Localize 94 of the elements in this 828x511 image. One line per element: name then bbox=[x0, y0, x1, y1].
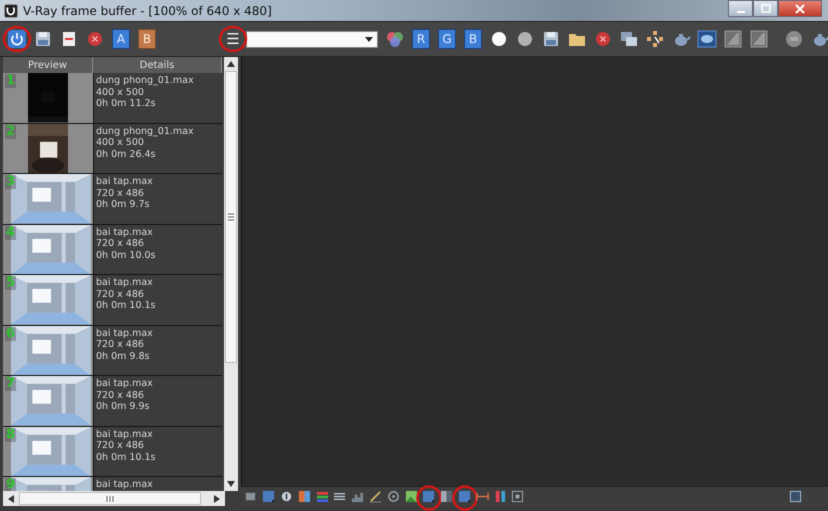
file-name: bai tap.max bbox=[96, 328, 154, 339]
scroll-right-icon[interactable] bbox=[214, 494, 220, 502]
scrollbar-thumb[interactable] bbox=[19, 492, 201, 505]
resolution-text: 720 x 486 bbox=[96, 440, 145, 452]
maximize-button[interactable] bbox=[753, 0, 778, 17]
render-time: 0h 0m 9.8s bbox=[96, 350, 150, 362]
render-time: 0h 0m 9.9s bbox=[96, 401, 150, 412]
render-time: 0h 0m 10.1s bbox=[96, 452, 157, 463]
image-icon[interactable] bbox=[749, 29, 769, 49]
resolution-text: 720 x 486 bbox=[96, 390, 145, 401]
square-icon[interactable] bbox=[262, 490, 276, 503]
resolution-text: 720 x 486 bbox=[96, 238, 145, 250]
render-element-dropdown[interactable] bbox=[246, 30, 378, 48]
render-time: 0h 0m 26.4s bbox=[96, 148, 157, 160]
letter-button[interactable]: R bbox=[412, 29, 430, 49]
column-header[interactable]: Details bbox=[93, 57, 222, 73]
column-header[interactable]: Preview bbox=[3, 57, 93, 73]
annotation-circle bbox=[452, 485, 478, 511]
window-title: V-Ray frame buffer - [100% of 640 x 480] bbox=[23, 4, 272, 18]
fit-window-icon[interactable] bbox=[789, 490, 802, 503]
power-icon[interactable] bbox=[7, 29, 27, 49]
caret-icon bbox=[365, 36, 373, 42]
scroll-left-icon[interactable] bbox=[8, 494, 14, 502]
minimize-icon bbox=[736, 10, 744, 12]
annotation-circle bbox=[218, 24, 248, 54]
round-icon[interactable] bbox=[784, 29, 804, 49]
split-icon[interactable] bbox=[440, 490, 454, 503]
square-icon[interactable] bbox=[458, 490, 471, 503]
row-number: 3 bbox=[5, 175, 16, 189]
row-number: 4 bbox=[5, 226, 16, 240]
frame-icon[interactable] bbox=[511, 490, 524, 503]
arrows-icon[interactable] bbox=[476, 490, 489, 503]
landscape-icon[interactable] bbox=[404, 490, 418, 503]
app-logo-icon bbox=[4, 4, 18, 18]
annotation-circle bbox=[2, 24, 32, 54]
dot-icon[interactable] bbox=[489, 29, 509, 49]
maximize-icon bbox=[760, 4, 770, 14]
file-name: bai tap.max bbox=[96, 378, 154, 390]
dot-icon[interactable] bbox=[515, 29, 535, 49]
row-number: 2 bbox=[5, 124, 16, 138]
row-number: 7 bbox=[5, 377, 16, 391]
gradient-icon[interactable] bbox=[298, 490, 311, 503]
row-number: 1 bbox=[5, 74, 16, 88]
save-icon[interactable] bbox=[33, 29, 53, 49]
file-name: bai tap.max bbox=[96, 176, 154, 188]
resolution-text: 400 x 500 bbox=[96, 86, 145, 98]
scrollbar-thumb[interactable] bbox=[225, 71, 237, 363]
file-name: dung phong_01.max bbox=[96, 126, 195, 137]
stop-icon[interactable] bbox=[593, 29, 613, 49]
close-button[interactable] bbox=[778, 0, 822, 17]
annotation-circle bbox=[416, 485, 442, 511]
lines-icon[interactable] bbox=[333, 490, 346, 503]
scroll-down-icon[interactable] bbox=[227, 481, 235, 487]
stop-icon[interactable] bbox=[85, 29, 105, 49]
info-icon[interactable] bbox=[280, 490, 293, 503]
letter-button[interactable]: A bbox=[112, 29, 130, 49]
diagonal-icon[interactable] bbox=[368, 490, 382, 503]
close-icon bbox=[795, 4, 805, 14]
render-time: 0h 0m 10.0s bbox=[96, 250, 157, 261]
resolution-text: 720 x 486 bbox=[96, 339, 145, 350]
render-time: 0h 0m 10.1s bbox=[96, 300, 157, 312]
color-icon[interactable] bbox=[316, 490, 329, 503]
file-name: bai tap.max bbox=[96, 479, 154, 490]
render-time: 0h 0m 11.2s bbox=[96, 98, 157, 110]
letter-button[interactable]: G bbox=[438, 29, 456, 49]
resolution-text: 720 x 486 bbox=[96, 288, 145, 300]
image-icon[interactable] bbox=[723, 29, 743, 49]
lens-icon[interactable] bbox=[697, 29, 717, 49]
vertical-scrollbar[interactable] bbox=[224, 57, 238, 491]
grip-icon bbox=[106, 496, 114, 502]
target-icon[interactable] bbox=[386, 490, 400, 503]
square-icon[interactable] bbox=[422, 490, 436, 503]
scroll-up-icon[interactable] bbox=[227, 61, 235, 67]
row-number: 5 bbox=[5, 276, 16, 290]
histogram-icon[interactable] bbox=[351, 490, 364, 503]
square-icon[interactable] bbox=[244, 490, 258, 503]
grip-icon bbox=[228, 213, 234, 221]
file-name: bai tap.max bbox=[96, 277, 154, 288]
save-icon[interactable] bbox=[541, 29, 561, 49]
resolution-text: 400 x 500 bbox=[96, 137, 145, 148]
row-number: 6 bbox=[5, 326, 16, 340]
resolution-text: 720 x 486 bbox=[96, 188, 145, 199]
screens-icon[interactable] bbox=[619, 29, 639, 49]
file-name: bai tap.max bbox=[96, 226, 154, 238]
bars-icon[interactable] bbox=[494, 490, 507, 503]
file-name: bai tap.max bbox=[96, 428, 154, 440]
letter-button[interactable]: B bbox=[464, 29, 482, 49]
minimize-button[interactable] bbox=[728, 0, 753, 17]
file-name: dung phong_01.max bbox=[96, 75, 195, 86]
horizontal-scrollbar[interactable] bbox=[3, 491, 225, 506]
render-time: 0h 0m 9.7s bbox=[96, 199, 150, 210]
letter-button[interactable]: B bbox=[138, 29, 156, 49]
color-circles-icon[interactable] bbox=[385, 29, 405, 49]
nodes-icon[interactable] bbox=[645, 29, 665, 49]
